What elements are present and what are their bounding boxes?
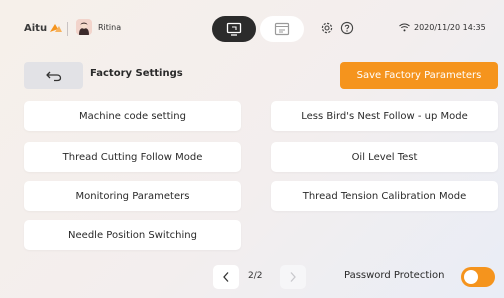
monitor-icon: [226, 22, 242, 36]
system-status: 2020/11/20 14:35: [399, 23, 486, 32]
chevron-left-icon: [222, 271, 230, 283]
brand-mark-icon: [49, 22, 63, 34]
back-arrow-icon: [45, 70, 63, 82]
brand-name: Aitu: [24, 22, 48, 34]
needle-position-switching-button[interactable]: Needle Position Switching: [24, 220, 241, 250]
wifi-icon: [399, 23, 410, 32]
machine-code-setting-button[interactable]: Machine code setting: [24, 101, 241, 131]
display-mode-button[interactable]: [260, 16, 304, 42]
display-screen-icon: [274, 22, 290, 36]
page-indicator: 2/2: [248, 271, 263, 281]
thread-tension-calibration-mode-button[interactable]: Thread Tension Calibration Mode: [271, 181, 498, 211]
avatar: [76, 19, 92, 35]
password-protection-toggle[interactable]: [461, 267, 495, 287]
next-page-button[interactable]: [280, 265, 306, 289]
user-profile[interactable]: Ritina: [76, 19, 121, 35]
save-factory-parameters-button[interactable]: Save Factory Parameters: [340, 62, 498, 89]
monitor-mode-button[interactable]: [212, 16, 256, 42]
top-status-bar: Aitu Ritina 2020/11/20 14:35: [0, 0, 504, 58]
oil-level-test-button[interactable]: Oil Level Test: [271, 142, 498, 172]
brand-logo: Aitu: [24, 22, 63, 34]
username: Ritina: [98, 22, 122, 32]
password-protection-label: Password Protection: [344, 270, 445, 281]
datetime: 2020/11/20 14:35: [414, 23, 486, 32]
less-birds-nest-follow-up-mode-button[interactable]: Less Bird's Nest Follow - up Mode: [271, 101, 498, 131]
previous-page-button[interactable]: [213, 265, 239, 289]
toggle-knob: [464, 270, 478, 284]
gear-icon[interactable]: [320, 21, 334, 35]
mode-switcher: [212, 16, 304, 42]
thread-cutting-follow-mode-button[interactable]: Thread Cutting Follow Mode: [24, 142, 241, 172]
chevron-right-icon: [289, 271, 297, 283]
page-title: Factory Settings: [90, 68, 183, 79]
monitoring-parameters-button[interactable]: Monitoring Parameters: [24, 181, 241, 211]
divider: [67, 22, 68, 36]
help-icon[interactable]: [340, 21, 354, 35]
back-button[interactable]: [24, 62, 83, 89]
